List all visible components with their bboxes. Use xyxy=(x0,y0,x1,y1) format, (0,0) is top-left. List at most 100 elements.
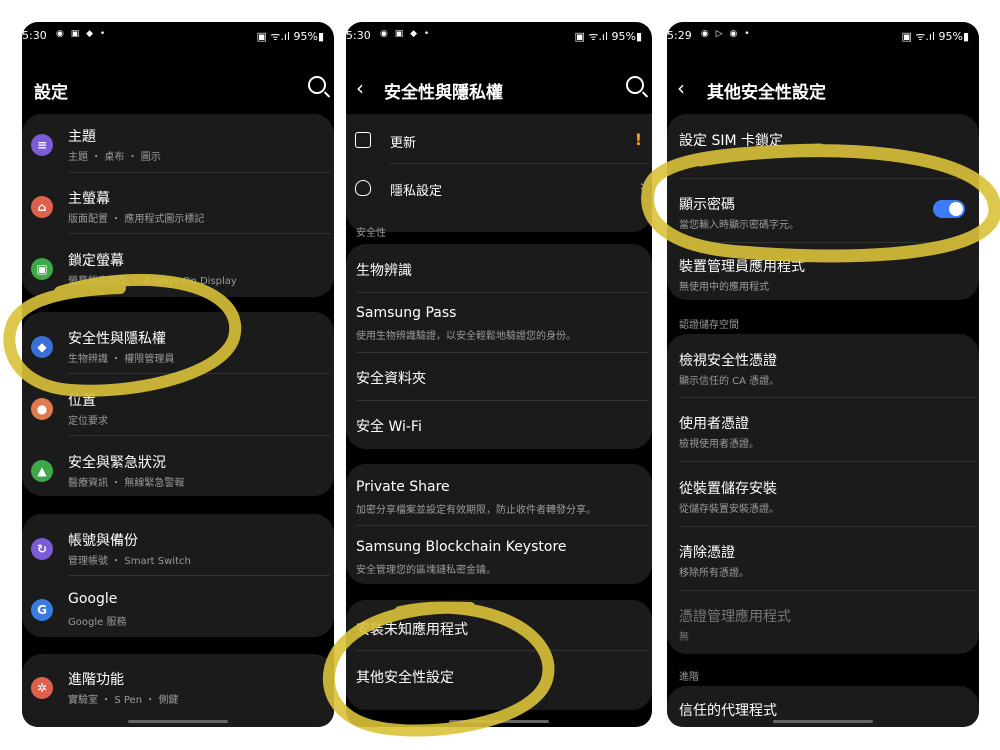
item-title: 安全 Wi-Fi xyxy=(356,419,422,435)
item-title: Samsung Pass xyxy=(356,305,457,321)
item-clear-certs[interactable]: 清除憑證 移除所有憑證。 xyxy=(667,542,979,586)
shield-icon: ◆ xyxy=(31,336,53,358)
item-privacy-settings[interactable]: 隱私設定 › xyxy=(346,176,652,214)
google-icon: G xyxy=(31,599,53,621)
settings-item-lockscreen[interactable]: ▣ 鎖定螢幕 螢幕鎖定類型 ・ Always On Display xyxy=(22,250,334,302)
item-title: 檢視安全性憑證 xyxy=(679,353,777,369)
item-private-share[interactable]: Private Share 加密分享檔案並設定有效期限，防止收件者轉發分享。 xyxy=(346,479,652,523)
item-subtitle: 加密分享檔案並設定有效期限，防止收件者轉發分享。 xyxy=(356,505,596,516)
item-title: 使用者憑證 xyxy=(679,416,749,432)
divider xyxy=(679,461,975,462)
item-subtitle: 無 xyxy=(679,632,689,643)
item-title: 裝置管理員應用程式 xyxy=(679,259,805,275)
back-arrow-icon[interactable]: ‹ xyxy=(677,76,685,100)
privacy-shield-icon xyxy=(355,180,371,196)
item-title: 隱私設定 xyxy=(390,184,443,199)
divider xyxy=(356,525,648,526)
item-show-password[interactable]: 顯示密碼 當您輸入時顯示密碼字元。 xyxy=(667,194,979,238)
status-right: ▣ ᯤ.ıl 95%▮ xyxy=(574,30,642,43)
item-biometrics[interactable]: 生物辨識 xyxy=(346,260,652,290)
item-subtitle: 從儲存裝置安裝憑證。 xyxy=(679,504,779,515)
notification-icons: ◉ ▷ ◉ • xyxy=(701,29,752,39)
item-title: 安全性與隱私權 xyxy=(68,331,166,347)
search-icon[interactable] xyxy=(308,76,326,94)
gesture-bar xyxy=(449,720,549,723)
section-header: 進階 xyxy=(679,672,699,683)
item-title: 安裝未知應用程式 xyxy=(356,622,468,638)
paint-brush-icon: ≡ xyxy=(31,134,53,156)
item-title: 信任的代理程式 xyxy=(679,703,777,719)
page-title: 安全性與隱私權 xyxy=(384,83,503,103)
update-icon xyxy=(355,132,371,148)
item-user-certs[interactable]: 使用者憑證 檢視使用者憑證。 xyxy=(667,413,979,457)
item-subtitle: 使用生物辨識驗證，以安全輕鬆地驗證您的身份。 xyxy=(356,331,576,342)
page-title: 其他安全性設定 xyxy=(707,83,826,103)
location-pin-icon: ● xyxy=(31,398,53,420)
item-subtitle: 移除所有憑證。 xyxy=(679,568,749,579)
status-time: 5:29 xyxy=(667,29,692,42)
item-subtitle: 版面配置 ・ 應用程式圖示標記 xyxy=(68,214,205,225)
item-update[interactable]: 更新 ! xyxy=(346,130,652,166)
item-title: 顯示密碼 xyxy=(679,197,735,213)
item-install-from-storage[interactable]: 從裝置儲存安裝 從儲存裝置安裝憑證。 xyxy=(667,478,979,522)
section-header: 認證儲存空間 xyxy=(679,320,739,331)
settings-item-advanced[interactable]: ✲ 進階功能 實驗室 ・ S Pen ・ 側鍵 xyxy=(22,669,334,721)
item-subtitle: 主題 ・ 桌布 ・ 圖示 xyxy=(68,152,161,163)
settings-item-google[interactable]: G Google Google 服務 xyxy=(22,591,334,643)
divider xyxy=(68,575,330,576)
item-subtitle: 生物辨識 ・ 權限管理員 xyxy=(68,354,175,365)
item-title: 從裝置儲存安裝 xyxy=(679,481,777,497)
section-header: 安全性 xyxy=(356,228,386,239)
page-title: 設定 xyxy=(34,83,68,103)
item-blockchain-keystore[interactable]: Samsung Blockchain Keystore 安全管理您的區塊鏈私密金… xyxy=(346,539,652,583)
notification-icons: ◉ ▣ ◆ • xyxy=(380,29,432,39)
divider xyxy=(356,400,648,401)
item-title: 位置 xyxy=(68,393,96,409)
settings-item-theme[interactable]: ≡ 主題 主題 ・ 桌布 ・ 圖示 xyxy=(22,126,334,178)
divider xyxy=(679,590,975,591)
divider xyxy=(679,242,975,243)
item-subtitle: 醫療資訊 ・ 無線緊急警報 xyxy=(68,478,185,489)
back-arrow-icon[interactable]: ‹ xyxy=(356,76,364,100)
phone-security-privacy: 5:30 ◉ ▣ ◆ • ▣ ᯤ.ıl 95%▮ ‹ 安全性與隱私權 更新 ! … xyxy=(346,22,652,727)
item-subtitle: 定位要求 xyxy=(68,416,108,427)
item-title: 清除憑證 xyxy=(679,545,735,561)
item-subtitle: 安全管理您的區塊鏈私密金鑰。 xyxy=(356,565,496,576)
item-device-admin-apps[interactable]: 裝置管理員應用程式 無使用中的應用程式 xyxy=(667,256,979,300)
item-title: Samsung Blockchain Keystore xyxy=(356,539,567,555)
item-subtitle: 檢視使用者憑證。 xyxy=(679,439,759,450)
status-bar: 5:30 ◉ ▣ ◆ • ▣ ᯤ.ıl 95%▮ xyxy=(22,22,334,48)
item-install-unknown-apps[interactable]: 安裝未知應用程式 xyxy=(346,619,652,649)
status-right: ▣ ᯤ.ıl 95%▮ xyxy=(256,30,324,43)
item-subtitle: 實驗室 ・ S Pen ・ 側鍵 xyxy=(68,695,179,706)
gear-icon: ✲ xyxy=(31,677,53,699)
emergency-icon: ▲ xyxy=(31,460,53,482)
item-secure-folder[interactable]: 安全資料夾 xyxy=(346,368,652,398)
item-samsung-pass[interactable]: Samsung Pass 使用生物辨識驗證，以安全輕鬆地驗證您的身份。 xyxy=(346,305,652,349)
item-view-security-certs[interactable]: 檢視安全性憑證 顯示信任的 CA 憑證。 xyxy=(667,350,979,394)
item-title: 鎖定螢幕 xyxy=(68,253,124,269)
search-icon[interactable] xyxy=(626,76,644,94)
sync-icon: ↻ xyxy=(31,538,53,560)
settings-item-safety[interactable]: ▲ 安全與緊急狀況 醫療資訊 ・ 無線緊急警報 xyxy=(22,452,334,504)
item-title: 安全與緊急狀況 xyxy=(68,455,166,471)
show-password-toggle[interactable] xyxy=(933,200,965,218)
item-sim-lock[interactable]: 設定 SIM 卡鎖定 xyxy=(667,130,979,160)
divider xyxy=(679,526,975,527)
item-title: 憑證管理應用程式 xyxy=(679,609,791,625)
divider xyxy=(356,650,648,651)
divider xyxy=(390,163,648,164)
lock-icon: ▣ xyxy=(31,258,53,280)
divider xyxy=(68,233,330,234)
item-title: 更新 xyxy=(390,136,417,151)
item-secure-wifi[interactable]: 安全 Wi-Fi xyxy=(346,416,652,446)
item-title: 帳號與備份 xyxy=(68,533,138,549)
divider xyxy=(356,292,648,293)
item-other-security-settings[interactable]: 其他安全性設定 xyxy=(346,667,652,697)
item-cert-management-app: 憑證管理應用程式 無 xyxy=(667,606,979,650)
item-title: 設定 SIM 卡鎖定 xyxy=(679,133,783,149)
gesture-bar xyxy=(773,720,873,723)
item-subtitle: 管理帳號 ・ Smart Switch xyxy=(68,556,191,567)
item-title: 主螢幕 xyxy=(68,191,110,207)
item-title: 其他安全性設定 xyxy=(356,670,454,686)
